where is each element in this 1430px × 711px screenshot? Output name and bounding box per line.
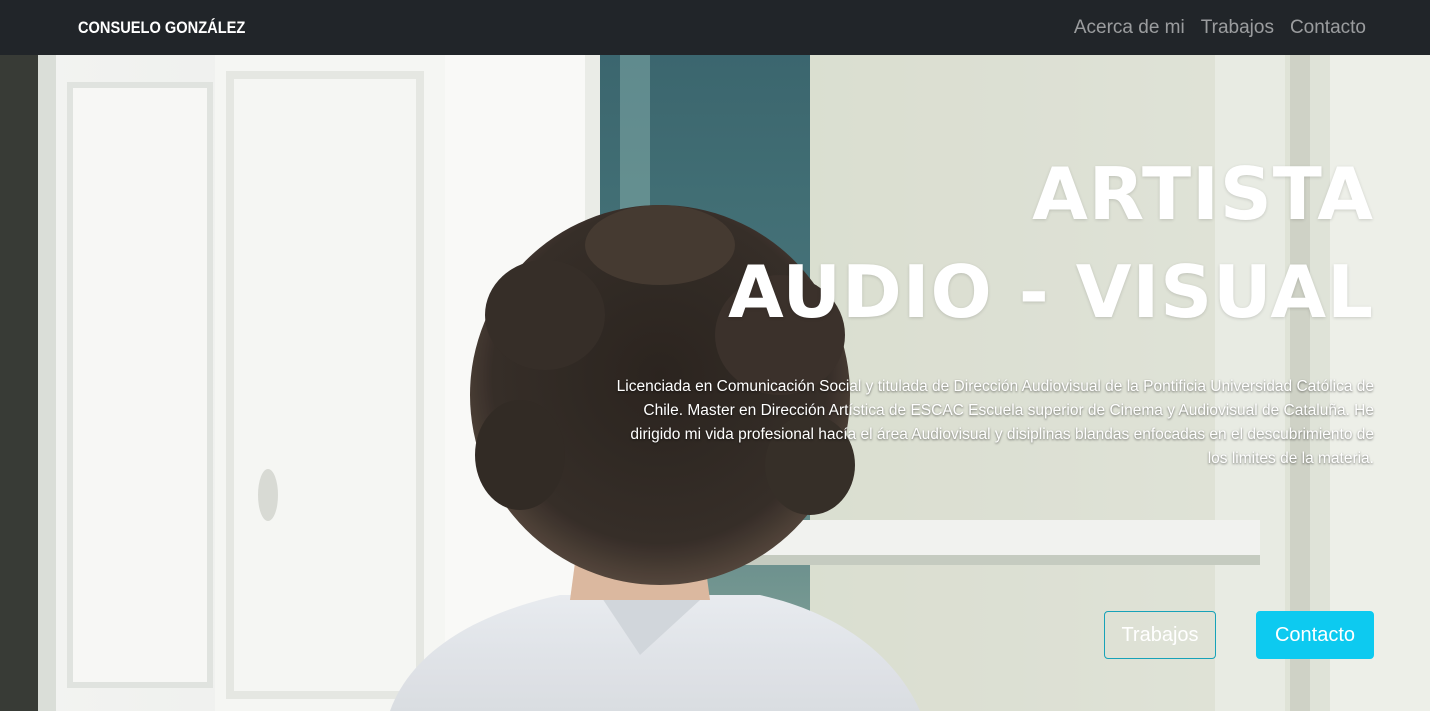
contacto-button[interactable]: Contacto xyxy=(1256,611,1374,659)
headline-line-2: AUDIO - VISUAL xyxy=(728,250,1374,334)
nav-links: Acerca de mi Trabajos Contacto xyxy=(1074,17,1366,39)
hero-headline: ARTISTA AUDIO - VISUAL xyxy=(594,145,1374,341)
hero-buttons: Trabajos Contacto xyxy=(1104,611,1374,659)
top-navbar: CONSUELO GONZÁLEZ Acerca de mi Trabajos … xyxy=(0,0,1430,55)
nav-link-contacto[interactable]: Contacto xyxy=(1290,17,1366,39)
brand-logo-link[interactable]: CONSUELO GONZÁLEZ xyxy=(78,18,245,38)
headline-line-1: ARTISTA xyxy=(1032,152,1374,236)
nav-link-acerca[interactable]: Acerca de mi xyxy=(1074,17,1185,39)
nav-link-trabajos[interactable]: Trabajos xyxy=(1201,17,1274,39)
trabajos-button[interactable]: Trabajos xyxy=(1104,611,1216,659)
hero-section: ARTISTA AUDIO - VISUAL Licenciada en Com… xyxy=(0,55,1430,711)
hero-content: ARTISTA AUDIO - VISUAL Licenciada en Com… xyxy=(594,145,1374,659)
hero-description: Licenciada en Comunicación Social y titu… xyxy=(616,378,1374,467)
